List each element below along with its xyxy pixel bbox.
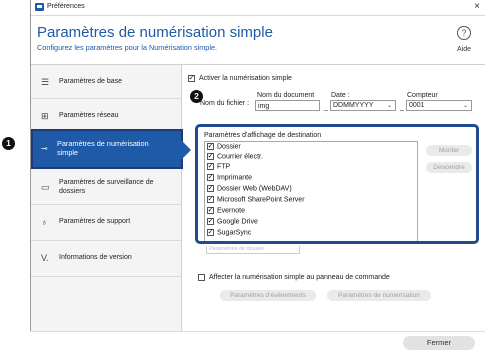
- sidebar-item-version[interactable]: V. Informations de version: [31, 241, 181, 277]
- help-label[interactable]: Aide: [457, 46, 471, 53]
- obscured-text: Paramètres de dossier: [209, 246, 265, 252]
- date-value: DDMMYYYY: [333, 102, 374, 109]
- sidebar-item-basic[interactable]: ☰ Paramètres de base: [31, 65, 181, 99]
- sidebar-item-simple-scan[interactable]: ⊸ Paramètres de numérisation simple: [31, 129, 183, 169]
- help-icon[interactable]: ?: [457, 26, 471, 40]
- counter-label: Compteur: [407, 92, 438, 99]
- chevron-down-icon: ⌄: [386, 103, 392, 109]
- enable-checkbox[interactable]: [188, 73, 195, 82]
- separator-2: _: [400, 104, 404, 111]
- sidebar-item-network[interactable]: ⊞ Paramètres réseau: [31, 99, 181, 133]
- date-select[interactable]: DDMMYYYY ⌄: [330, 100, 396, 111]
- separator-1: _: [324, 104, 328, 111]
- filename-label: Nom du fichier :: [200, 100, 250, 107]
- page-title: Paramètres de numérisation simple: [37, 24, 273, 41]
- sidebar-item-support[interactable]: ♁ Paramètres de support: [31, 205, 181, 241]
- enable-simple-scan[interactable]: Activer la numérisation simple: [188, 73, 292, 83]
- sidebar-item-label: Paramètres réseau: [59, 112, 119, 119]
- doc-name-label: Nom du document: [257, 92, 315, 99]
- events-settings-button[interactable]: Paramètres d'événements: [220, 290, 316, 301]
- scan-settings-button[interactable]: Paramètres de numérisation: [327, 290, 431, 301]
- key-icon: ⊸: [41, 144, 48, 153]
- callout-one: 1: [2, 137, 15, 150]
- window-title: Préférences: [47, 3, 85, 10]
- obscured-field: Paramètres de dossier: [206, 246, 300, 254]
- destination-highlight: [195, 124, 479, 244]
- enable-label: Activer la numérisation simple: [198, 75, 292, 83]
- assign-checkbox[interactable]: [198, 274, 205, 281]
- counter-value: 0001: [409, 102, 425, 109]
- app-icon: [35, 3, 44, 11]
- page-subtitle: Configurez les paramètres pour la Numéri…: [37, 43, 218, 52]
- sidebar-item-label: Paramètres de numérisation simple: [57, 139, 149, 157]
- sidebar: ☰ Paramètres de base ⊞ Paramètres réseau…: [31, 65, 191, 361]
- folder-icon: ▭: [41, 182, 50, 192]
- counter-select[interactable]: 0001 ⌄: [406, 100, 472, 111]
- doc-name-input[interactable]: img: [255, 100, 320, 111]
- close-icon[interactable]: ×: [474, 1, 480, 12]
- network-icon: ⊞: [41, 111, 49, 121]
- title-bar: Préférences ×: [31, 0, 485, 16]
- selection-arrow: [181, 140, 191, 160]
- list-icon: ☰: [41, 77, 50, 87]
- page-header: Paramètres de numérisation simple Config…: [31, 16, 485, 65]
- close-button[interactable]: Fermer: [403, 336, 475, 350]
- support-icon: ♁: [41, 217, 48, 227]
- assign-label: Affecter la numérisation simple au panne…: [208, 274, 390, 282]
- date-label: Date :: [331, 92, 350, 99]
- sidebar-item-label: Paramètres de support: [59, 218, 131, 225]
- assign-panel-option[interactable]: Affecter la numérisation simple au panne…: [198, 274, 390, 281]
- sidebar-item-folder-monitor[interactable]: ▭ Paramètres de surveillance de dossiers: [31, 169, 181, 205]
- version-icon: V.: [41, 253, 49, 263]
- sidebar-item-label: Paramètres de surveillance de dossiers: [59, 179, 154, 195]
- sidebar-item-label: Informations de version: [59, 254, 132, 261]
- sidebar-item-label: Paramètres de base: [59, 78, 123, 85]
- chevron-down-icon: ⌄: [462, 103, 468, 109]
